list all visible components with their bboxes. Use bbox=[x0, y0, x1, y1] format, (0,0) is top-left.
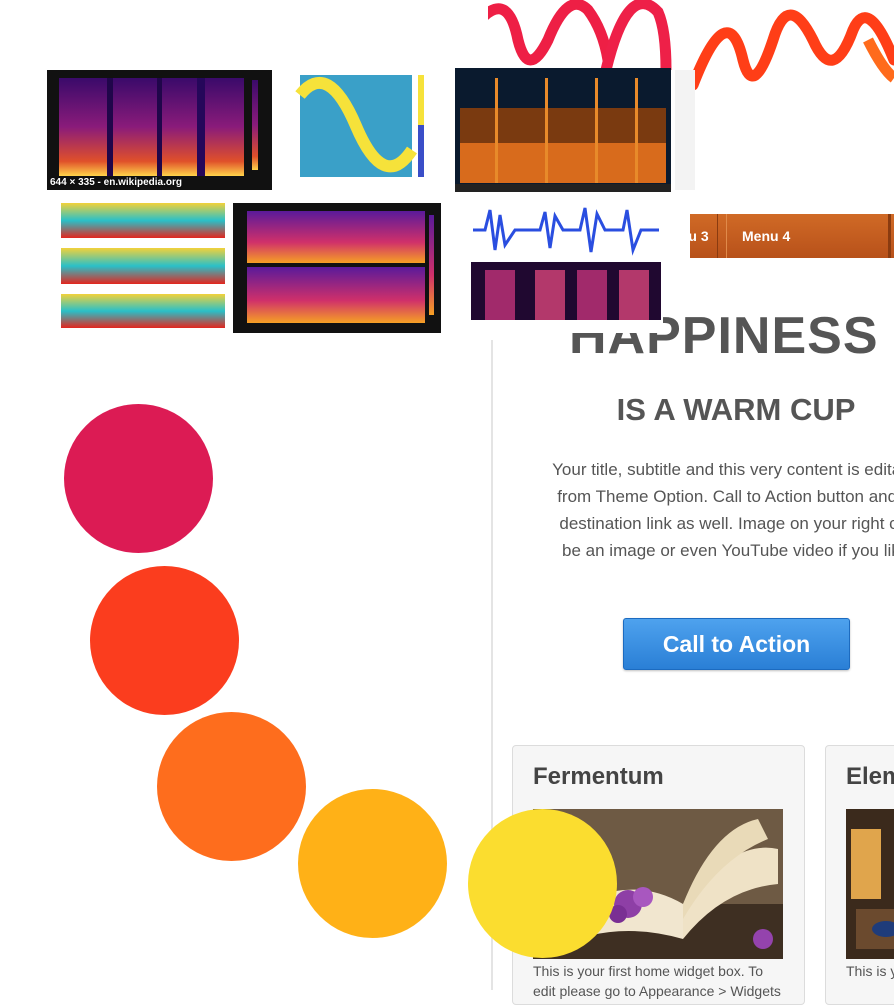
home-widget-box: Elem This is y To edit bbox=[825, 745, 894, 1005]
call-to-action-button[interactable]: Call to Action bbox=[623, 618, 850, 670]
circle-orange bbox=[157, 712, 306, 861]
nav-separator bbox=[888, 214, 891, 258]
widget-text: This is your first home widget box. To e… bbox=[533, 963, 781, 999]
widget-image-interior bbox=[846, 809, 894, 959]
partial-chart-image bbox=[675, 70, 695, 190]
circle-yellow bbox=[468, 809, 617, 958]
purple-spectrogram-thumbnail[interactable] bbox=[233, 203, 441, 333]
main-navigation: u 3 Menu 4 bbox=[688, 214, 894, 258]
widget-text: This is y To edit bbox=[846, 963, 894, 979]
circle-red-orange bbox=[90, 566, 239, 715]
widget-title: Elem bbox=[846, 763, 894, 790]
nav-menu-3[interactable]: u 3 bbox=[680, 214, 718, 258]
orange-spectrogram-thumbnail[interactable] bbox=[455, 68, 671, 192]
spectrogram-thumbnail-wikipedia[interactable]: 644 × 335 - en.wikipedia.org bbox=[47, 70, 272, 190]
circle-amber bbox=[298, 789, 447, 938]
nav-menu-4[interactable]: Menu 4 bbox=[726, 214, 822, 258]
multi-spectrogram-thumbnail[interactable] bbox=[47, 200, 227, 333]
hero-description: Your title, subtitle and this very conte… bbox=[552, 460, 894, 560]
circle-magenta bbox=[64, 404, 213, 553]
thumbnail-caption: 644 × 335 - en.wikipedia.org bbox=[50, 177, 183, 188]
waveform-spectrogram-thumbnail[interactable] bbox=[455, 200, 663, 333]
widget-title: Fermentum bbox=[533, 763, 664, 790]
sine-wave-heatmap-thumbnail[interactable] bbox=[290, 70, 440, 190]
hero-subtitle: IS A WARM CUP bbox=[616, 392, 856, 427]
